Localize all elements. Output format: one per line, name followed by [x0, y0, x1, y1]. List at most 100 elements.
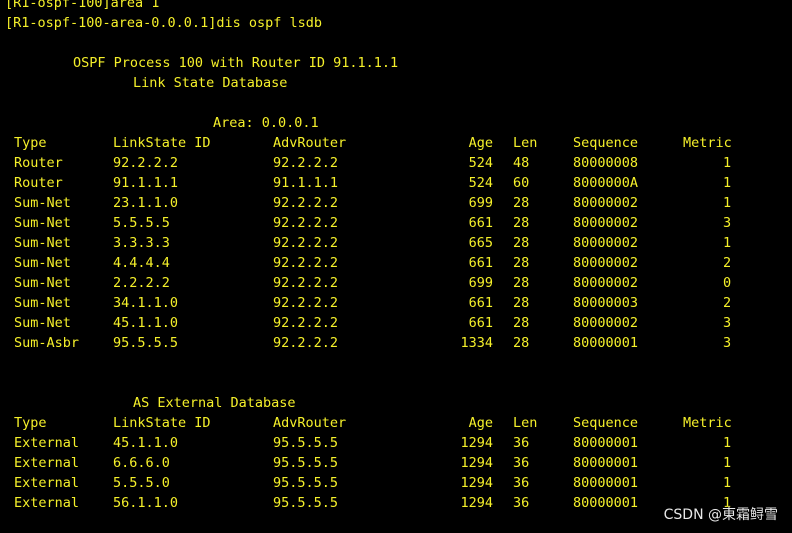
cell-age: 661 [468, 295, 493, 311]
table-row: External 5.5.5.0 95.5.5.5 1294 36 80000001 1 [0, 473, 792, 493]
prompt-area-line: [R1-ospf-100]area 1 [5, 0, 160, 11]
ext-header-type: Type [14, 415, 47, 431]
cell-linkstate-id: 45.1.1.0 [113, 435, 179, 451]
cell-adv-router: 95.5.5.5 [273, 435, 339, 451]
cell-len: 28 [513, 215, 530, 231]
header-age: Age [468, 135, 493, 151]
cell-age: 1294 [460, 475, 493, 491]
header-linkstate-id: LinkState ID [113, 135, 211, 151]
ext-header-len: Len [513, 415, 538, 431]
cell-age: 1294 [460, 455, 493, 471]
cell-age: 1334 [460, 335, 493, 351]
prompt-command-line: [R1-ospf-100-area-0.0.0.1]dis ospf lsdb [5, 15, 322, 31]
cell-adv-router: 95.5.5.5 [273, 475, 339, 491]
cell-len: 36 [513, 435, 530, 451]
cell-adv-router: 92.2.2.2 [273, 295, 339, 311]
cell-len: 28 [513, 295, 530, 311]
cell-metric: 1 [723, 235, 732, 251]
cell-type: Sum-Asbr [14, 335, 80, 351]
cell-len: 36 [513, 495, 530, 511]
cell-age: 1294 [460, 495, 493, 511]
table-row: External 6.6.6.0 95.5.5.5 1294 36 80000001 1 [0, 453, 792, 473]
cell-type: Sum-Net [14, 275, 71, 291]
cell-sequence: 80000001 [573, 455, 639, 471]
cell-metric: 2 [723, 255, 732, 271]
cell-type: Sum-Net [14, 255, 71, 271]
table-row: Sum-Net 4.4.4.4 92.2.2.2 661 28 80000002 2 [0, 253, 792, 273]
cell-type: Sum-Net [14, 235, 71, 251]
cell-adv-router: 92.2.2.2 [273, 215, 339, 231]
cell-len: 36 [513, 475, 530, 491]
cell-adv-router: 95.5.5.5 [273, 495, 339, 511]
header-adv-router: AdvRouter [273, 135, 347, 151]
cell-type: External [14, 495, 80, 511]
ext-header-age: Age [468, 415, 493, 431]
cell-len: 28 [513, 235, 530, 251]
cell-age: 661 [468, 255, 493, 271]
table-row: Router 91.1.1.1 91.1.1.1 524 60 8000000A 1 [0, 173, 792, 193]
cell-linkstate-id: 6.6.6.0 [113, 455, 170, 471]
cell-type: Router [14, 155, 63, 171]
cell-type: Router [14, 175, 63, 191]
cell-len: 28 [513, 335, 530, 351]
terminal-window[interactable]: [R1-ospf-100]area 1 [R1-ospf-100-area-0.… [0, 0, 792, 533]
cell-metric: 1 [723, 175, 732, 191]
header-metric: Metric [683, 135, 732, 151]
ext-header-metric: Metric [683, 415, 732, 431]
ospf-process-header: OSPF Process 100 with Router ID 91.1.1.1 [73, 55, 399, 71]
cell-adv-router: 92.2.2.2 [273, 315, 339, 331]
cell-adv-router: 92.2.2.2 [273, 335, 339, 351]
cell-len: 28 [513, 275, 530, 291]
cell-linkstate-id: 5.5.5.0 [113, 475, 170, 491]
cell-age: 699 [468, 275, 493, 291]
table-row: Sum-Net 2.2.2.2 92.2.2.2 699 28 80000002 0 [0, 273, 792, 293]
cell-sequence: 8000000A [573, 175, 639, 191]
cell-linkstate-id: 2.2.2.2 [113, 275, 170, 291]
cell-type: External [14, 435, 80, 451]
cell-metric: 1 [723, 475, 732, 491]
cell-linkstate-id: 4.4.4.4 [113, 255, 170, 271]
cell-len: 28 [513, 195, 530, 211]
cell-adv-router: 92.2.2.2 [273, 255, 339, 271]
cell-adv-router: 92.2.2.2 [273, 155, 339, 171]
cell-metric: 3 [723, 215, 732, 231]
cell-metric: 1 [723, 155, 732, 171]
cell-age: 665 [468, 235, 493, 251]
cell-adv-router: 92.2.2.2 [273, 235, 339, 251]
external-table-header: Type LinkState ID AdvRouter Age Len Sequ… [0, 413, 792, 433]
cell-linkstate-id: 23.1.1.0 [113, 195, 179, 211]
cell-metric: 2 [723, 295, 732, 311]
ext-header-linkstate-id: LinkState ID [113, 415, 211, 431]
cell-len: 48 [513, 155, 530, 171]
cell-sequence: 80000008 [573, 155, 639, 171]
table-row: Sum-Asbr 95.5.5.5 92.2.2.2 1334 28 80000001 3 [0, 333, 792, 353]
cell-adv-router: 92.2.2.2 [273, 195, 339, 211]
cell-metric: 1 [723, 455, 732, 471]
cell-age: 1294 [460, 435, 493, 451]
cell-linkstate-id: 92.2.2.2 [113, 155, 179, 171]
cell-age: 524 [468, 155, 493, 171]
cell-sequence: 80000002 [573, 255, 639, 271]
header-type: Type [14, 135, 47, 151]
cell-sequence: 80000002 [573, 275, 639, 291]
header-len: Len [513, 135, 538, 151]
area-label: Area: 0.0.0.1 [213, 115, 319, 131]
cell-sequence: 80000001 [573, 475, 639, 491]
cell-sequence: 80000001 [573, 435, 639, 451]
cell-type: Sum-Net [14, 215, 71, 231]
table-row: Sum-Net 3.3.3.3 92.2.2.2 665 28 80000002 1 [0, 233, 792, 253]
table-row: External 45.1.1.0 95.5.5.5 1294 36 80000001 1 [0, 433, 792, 453]
cell-age: 661 [468, 315, 493, 331]
cell-linkstate-id: 95.5.5.5 [113, 335, 179, 351]
cell-metric: 3 [723, 335, 732, 351]
cell-sequence: 80000001 [573, 495, 639, 511]
cell-age: 524 [468, 175, 493, 191]
cell-sequence: 80000002 [573, 195, 639, 211]
header-sequence: Sequence [573, 135, 639, 151]
cell-metric: 1 [723, 435, 732, 451]
cell-age: 661 [468, 215, 493, 231]
cell-type: Sum-Net [14, 295, 71, 311]
cell-type: Sum-Net [14, 195, 71, 211]
lsdb-title: Link State Database [133, 75, 288, 91]
ext-header-adv-router: AdvRouter [273, 415, 347, 431]
